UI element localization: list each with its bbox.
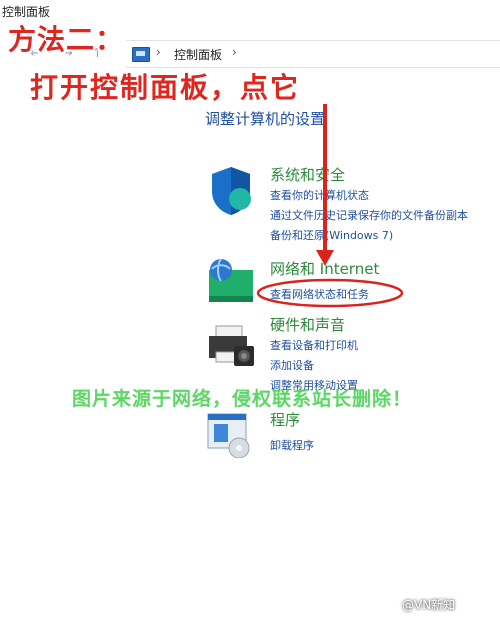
link-file-history[interactable]: 通过文件历史记录保存你的文件备份副本 bbox=[270, 207, 468, 223]
link-add-device[interactable]: 添加设备 bbox=[270, 357, 314, 373]
category-system-security[interactable]: 系统和安全 bbox=[270, 164, 345, 185]
link-devices-printers[interactable]: 查看设备和打印机 bbox=[270, 337, 358, 353]
breadcrumb-chevron[interactable]: › bbox=[232, 45, 237, 59]
page-heading: 调整计算机的设置 bbox=[205, 110, 326, 128]
overlay-caption-line2: 打开控制面板，点它 bbox=[30, 71, 301, 104]
address-bar[interactable]: › 控制面板 › bbox=[126, 40, 500, 68]
overlay-caption-line1: 方法二： bbox=[8, 23, 125, 56]
control-panel-icon bbox=[132, 47, 150, 62]
breadcrumb-control-panel[interactable]: 控制面板 bbox=[174, 46, 222, 63]
category-network-internet[interactable]: 网络和 Internet bbox=[270, 258, 379, 279]
network-icon bbox=[206, 256, 256, 306]
category-hardware-sound[interactable]: 硬件和声音 bbox=[270, 314, 345, 335]
credit-text: @VN新知 bbox=[402, 598, 456, 612]
breadcrumb-separator: › bbox=[156, 45, 161, 59]
printer-icon bbox=[206, 324, 256, 368]
link-network-status-tasks[interactable]: 查看网络状态和任务 bbox=[270, 286, 369, 302]
programs-icon bbox=[206, 412, 254, 459]
link-view-computer-status[interactable]: 查看你的计算机状态 bbox=[270, 187, 369, 203]
link-uninstall-program[interactable]: 卸载程序 bbox=[270, 437, 314, 453]
shield-icon bbox=[208, 165, 254, 217]
watermark-text: 图片来源于网络，侵权联系站长删除！ bbox=[72, 388, 413, 410]
link-backup-restore[interactable]: 备份和还原(Windows 7) bbox=[270, 227, 393, 243]
category-programs[interactable]: 程序 bbox=[270, 409, 300, 430]
